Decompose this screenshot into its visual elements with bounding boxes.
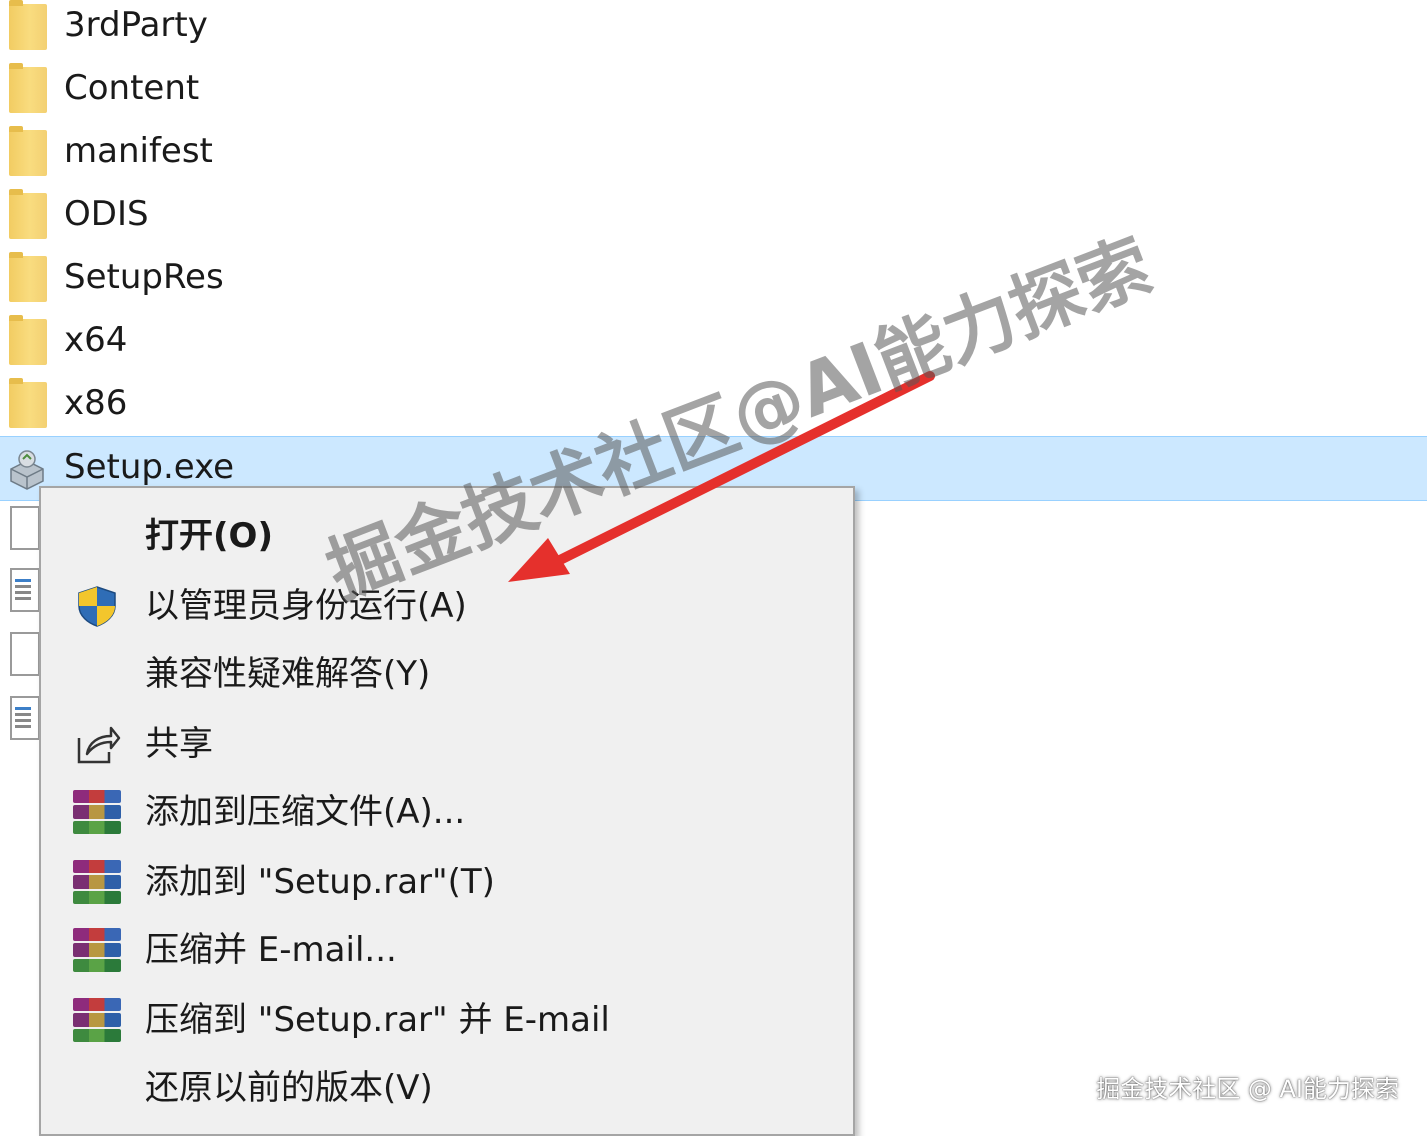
menu-item-label: 打开(O) [145,516,273,556]
menu-item-compatibility[interactable]: 兼容性疑难解答(Y) [41,640,853,706]
file-name: x86 [64,383,128,423]
folder-icon [9,0,47,50]
folder-icon [9,315,47,365]
file-row-x64[interactable]: x64 [0,310,1427,373]
file-row-odis[interactable]: ODIS [0,184,1427,247]
folder-icon [9,252,47,302]
context-menu: 打开(O) 以管理员身份运行(A) 兼容性疑难解答(Y) 共享 添加到压缩文件(… [39,486,855,1136]
menu-item-label: 以管理员身份运行(A) [145,586,467,626]
folder-icon [9,189,47,239]
file-row-setupres[interactable]: SetupRes [0,247,1427,310]
menu-item-label: 压缩并 E-mail... [145,930,397,970]
config-file-icon [10,696,40,740]
menu-item-label: 添加到压缩文件(A)... [145,792,466,832]
file-name: Setup.exe [64,447,235,487]
menu-item-open[interactable]: 打开(O) [41,502,853,568]
menu-item-restore-previous-versions[interactable]: 还原以前的版本(V) [41,1054,853,1120]
file-row-content[interactable]: Content [0,58,1427,121]
file-name: SetupRes [64,257,224,297]
menu-item-share[interactable]: 共享 [41,710,853,776]
file-name: x64 [64,320,128,360]
folder-icon [9,378,47,428]
menu-item-add-to-archive[interactable]: 添加到压缩文件(A)... [41,778,853,844]
menu-item-run-as-admin[interactable]: 以管理员身份运行(A) [41,572,853,638]
menu-item-compress-setup-rar-email[interactable]: 压缩到 "Setup.rar" 并 E-mail [41,986,853,1052]
file-row-manifest[interactable]: manifest [0,121,1427,184]
file-name: manifest [64,131,213,171]
uac-shield-icon [78,586,116,627]
file-row-3rdparty[interactable]: 3rdParty [0,0,1427,58]
menu-item-compress-email[interactable]: 压缩并 E-mail... [41,916,853,982]
winrar-icon [73,928,121,972]
file-name: ODIS [64,194,149,234]
menu-item-label: 兼容性疑难解答(Y) [145,654,431,694]
file-row-x86[interactable]: x86 [0,373,1427,436]
menu-item-label: 还原以前的版本(V) [145,1068,433,1108]
menu-item-label: 添加到 "Setup.rar"(T) [145,862,495,902]
file-name: Content [64,68,200,108]
folder-icon [9,63,47,113]
share-icon [77,726,121,764]
config-file-icon [10,568,40,612]
installer-icon [10,450,44,490]
folder-icon [9,126,47,176]
file-icon [10,632,40,676]
menu-item-add-to-setup-rar[interactable]: 添加到 "Setup.rar"(T) [41,848,853,914]
menu-item-label: 压缩到 "Setup.rar" 并 E-mail [145,1000,610,1040]
file-icon [10,506,40,550]
winrar-icon [73,998,121,1042]
winrar-icon [73,790,121,834]
footer-watermark: 掘金技术社区 @ AI能力探索 [1096,1075,1399,1103]
file-name: 3rdParty [64,5,208,45]
menu-item-label: 共享 [145,724,213,764]
winrar-icon [73,860,121,904]
